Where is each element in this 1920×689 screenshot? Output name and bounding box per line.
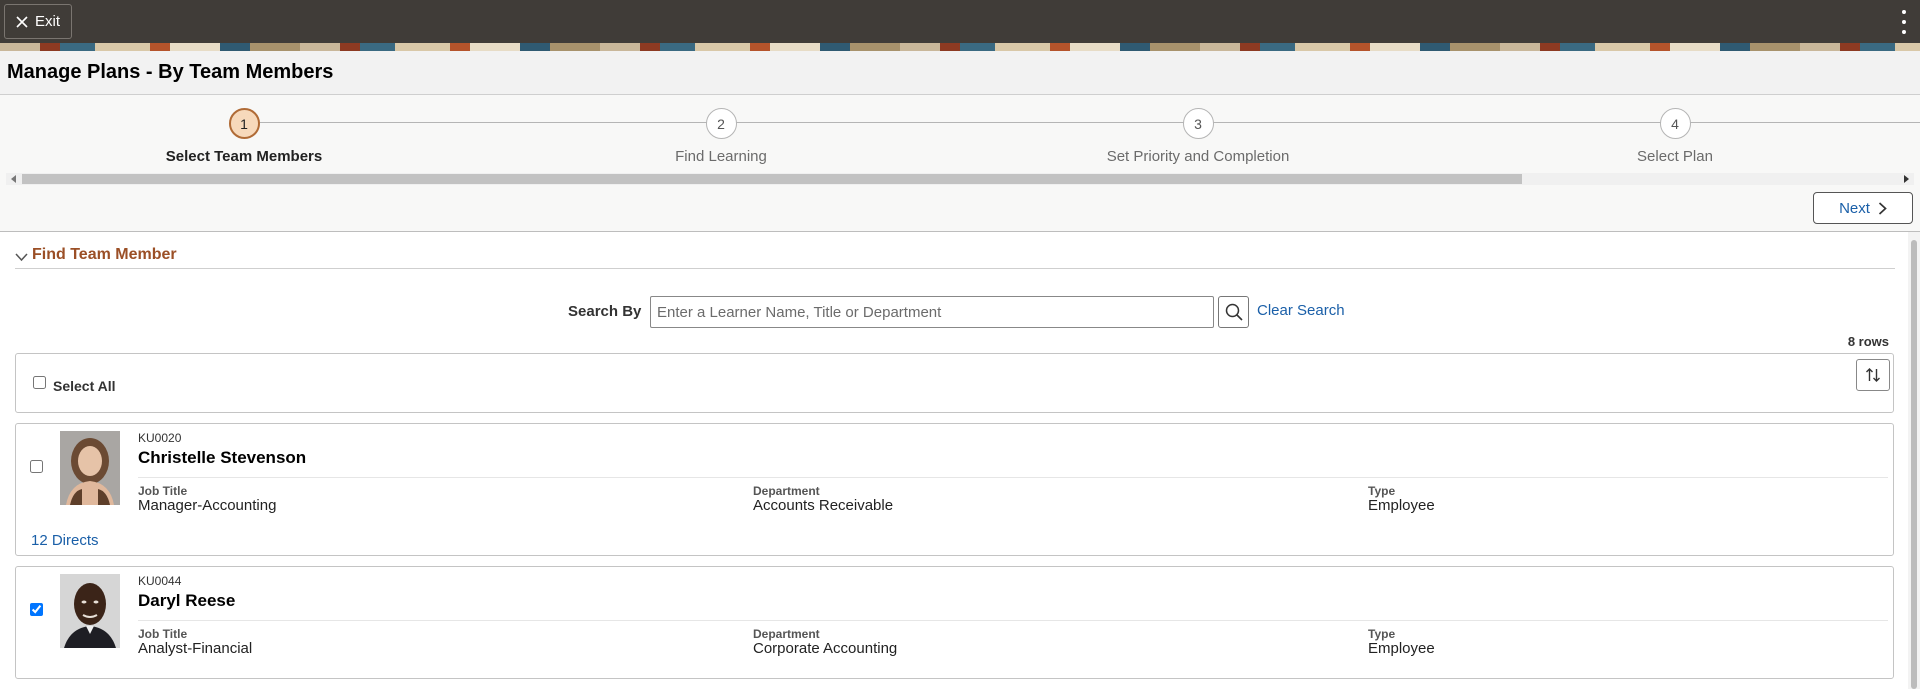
team-member-card: KU0020 Christelle Stevenson Job Title Ma… xyxy=(15,423,1894,556)
department-label: Department xyxy=(753,484,820,498)
scroll-right-arrow-icon[interactable] xyxy=(1904,175,1909,183)
main-content: Find Team Member Search By Clear Search … xyxy=(0,232,1908,689)
type-label: Type xyxy=(1368,484,1396,498)
row-count: 8 rows xyxy=(1847,334,1889,349)
step-3-label: Set Priority and Completion xyxy=(1106,148,1290,165)
more-options-icon[interactable] xyxy=(1900,10,1908,34)
search-button[interactable] xyxy=(1218,296,1249,328)
type-label: Type xyxy=(1368,627,1396,641)
member-photo xyxy=(60,431,120,505)
team-member-card: KU0044 Daryl Reese Job Title Analyst-Fin… xyxy=(15,566,1894,679)
step-4-label: Select Plan xyxy=(1637,148,1713,165)
card-divider xyxy=(138,477,1888,478)
job-title-value: Analyst-Financial xyxy=(138,640,253,657)
job-title-label: Job Title xyxy=(138,484,188,498)
step-1-number: 1 xyxy=(228,108,260,139)
banner-decoration xyxy=(0,43,1920,51)
member-checkbox[interactable] xyxy=(30,603,43,616)
page-title: Manage Plans - By Team Members xyxy=(7,61,334,83)
job-title-value: Manager-Accounting xyxy=(138,497,277,514)
department-value: Corporate Accounting xyxy=(753,640,898,657)
member-checkbox[interactable] xyxy=(30,460,43,473)
directs-link[interactable]: 12 Directs xyxy=(31,532,99,549)
member-id: KU0044 xyxy=(138,574,182,588)
select-all-label: Select All xyxy=(53,378,116,394)
sort-button[interactable] xyxy=(1856,359,1890,391)
step-train: 1 Select Team Members 2 Find Learning 3 … xyxy=(0,95,1920,232)
horizontal-scrollbar[interactable] xyxy=(6,173,1914,185)
member-id: KU0020 xyxy=(138,431,182,445)
step-2-label: Find Learning xyxy=(675,148,767,165)
next-button[interactable]: Next xyxy=(1813,192,1913,224)
step-2-number: 2 xyxy=(705,108,737,139)
step-1-label: Select Team Members xyxy=(165,148,323,165)
horizontal-scroll-thumb[interactable] xyxy=(22,174,1522,184)
member-name: Daryl Reese xyxy=(138,591,236,610)
step-4[interactable]: 4 Select Plan xyxy=(1525,108,1825,165)
clear-search-link[interactable]: Clear Search xyxy=(1257,302,1345,319)
job-title-label: Job Title xyxy=(138,627,188,641)
sort-icon xyxy=(1866,368,1880,382)
vertical-scrollbar[interactable] xyxy=(1908,232,1920,689)
chevron-right-icon xyxy=(1878,201,1887,215)
search-input[interactable] xyxy=(650,296,1214,328)
member-name: Christelle Stevenson xyxy=(138,448,307,467)
exit-button[interactable]: Exit xyxy=(4,4,72,39)
type-value: Employee xyxy=(1368,640,1435,657)
member-photo xyxy=(60,574,120,648)
search-icon xyxy=(1225,303,1243,321)
vertical-scroll-thumb[interactable] xyxy=(1911,240,1917,689)
select-all-bar: Select All xyxy=(15,353,1894,413)
search-by-label: Search By xyxy=(568,303,642,320)
step-3[interactable]: 3 Set Priority and Completion xyxy=(1048,108,1348,165)
scroll-left-arrow-icon[interactable] xyxy=(11,175,16,183)
find-team-member-section-header[interactable]: Find Team Member xyxy=(15,246,1895,269)
card-divider xyxy=(138,620,1888,621)
select-all-checkbox[interactable] xyxy=(33,376,46,389)
step-4-number: 4 xyxy=(1659,108,1691,139)
type-value: Employee xyxy=(1368,497,1435,514)
department-value: Accounts Receivable xyxy=(753,497,894,514)
step-2[interactable]: 2 Find Learning xyxy=(571,108,871,165)
department-label: Department xyxy=(753,627,820,641)
step-1[interactable]: 1 Select Team Members xyxy=(94,108,394,165)
next-button-label: Next xyxy=(1839,199,1870,217)
top-bar: Exit xyxy=(0,0,1920,43)
exit-button-label: Exit xyxy=(34,13,60,30)
title-bar: Manage Plans - By Team Members xyxy=(0,51,1920,95)
section-title: Find Team Member xyxy=(32,246,177,263)
chevron-down-icon xyxy=(15,253,28,262)
close-icon xyxy=(16,15,28,28)
step-3-number: 3 xyxy=(1182,108,1214,139)
